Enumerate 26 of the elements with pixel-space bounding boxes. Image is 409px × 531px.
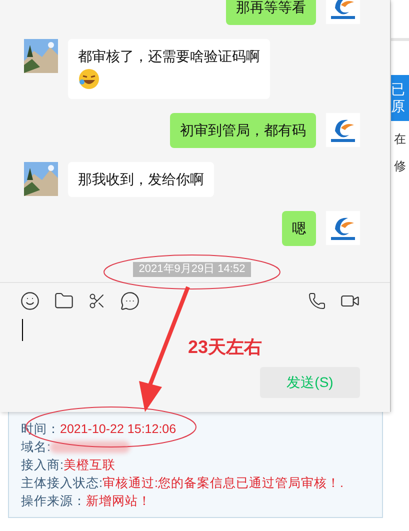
send-button[interactable]: 发送(S) bbox=[260, 367, 360, 398]
record-value: 2021-10-22 15:12:06 bbox=[60, 421, 176, 438]
annotation-text: 23天左右 bbox=[188, 336, 262, 359]
record-label: 接入商: bbox=[21, 457, 64, 474]
message-bubble: 那再等等看 bbox=[226, 0, 316, 25]
folder-icon[interactable] bbox=[54, 291, 74, 311]
page-text: 在 bbox=[393, 131, 407, 148]
record-label: 域名: bbox=[21, 439, 50, 456]
message-bubble: 都审核了，还需要啥验证码啊 bbox=[68, 39, 270, 99]
message-bubble: 嗯 bbox=[282, 211, 316, 246]
logo-avatar bbox=[326, 211, 360, 245]
phone-icon[interactable] bbox=[308, 292, 326, 310]
record-value: 新增网站！ bbox=[86, 493, 151, 510]
record-value: 审核通过:您的备案信息已通过管局审核！. bbox=[102, 475, 344, 492]
record-label: 主体接入状态: bbox=[21, 475, 102, 492]
timestamp: 2021年9月29日 14:52 bbox=[132, 262, 252, 277]
message-bubble: 初审到管局，都有码 bbox=[170, 113, 316, 148]
record-value: 美橙互联 bbox=[63, 457, 116, 474]
logo-avatar bbox=[326, 113, 360, 147]
emoji-icon[interactable] bbox=[20, 291, 40, 311]
record-label: 操作来源： bbox=[21, 493, 86, 510]
message-bubble: 那我收到，发给你啊 bbox=[68, 162, 214, 197]
chat-icon[interactable] bbox=[120, 291, 140, 311]
page-text: 修 bbox=[393, 158, 407, 175]
scissors-icon[interactable] bbox=[88, 292, 106, 310]
banner: 已 原 bbox=[391, 75, 409, 121]
